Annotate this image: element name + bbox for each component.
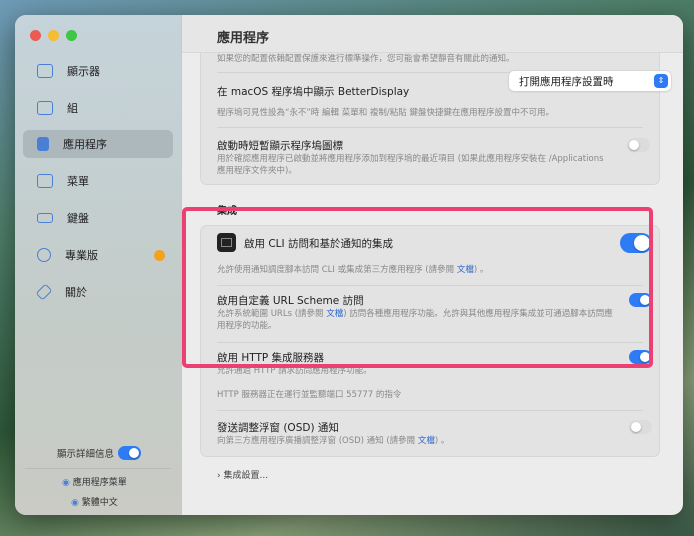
divider — [25, 468, 171, 469]
app-icon — [37, 137, 49, 151]
divider — [217, 127, 643, 128]
label: 鍵盤 — [67, 212, 89, 225]
sidebar-item-groups[interactable]: 組 — [23, 94, 173, 122]
app-menu-label: 應用程序菜單 — [72, 478, 127, 488]
integration-settings-disclosure[interactable]: › 集成設置... — [217, 468, 268, 481]
integration-settings-label: 集成設置... — [223, 471, 269, 481]
label: 菜單 — [67, 175, 89, 188]
keyboard-icon — [37, 213, 53, 223]
page-title: 應用程序 — [217, 31, 270, 46]
punct: 。 — [440, 436, 450, 446]
notification-badge — [154, 249, 165, 261]
sidebar: 顯示器 組 應用程序 菜單 鍵盤 專業版 關於 顯示詳細信息 ◉ 應用程序菜單 … — [15, 15, 182, 515]
sidebar-item-displays[interactable]: 顯示器 — [23, 57, 173, 85]
osd-toggle[interactable] — [629, 420, 652, 434]
language-button[interactable]: ◉ 繁體中文 — [71, 495, 118, 508]
general-group: 如果您的配置依賴配置保護來進行標準操作，您可能會希望靜音有關此的通知。 在 ma… — [200, 35, 671, 185]
close-button[interactable] — [30, 30, 41, 41]
minimize-button[interactable] — [48, 30, 59, 41]
tag-icon — [35, 283, 53, 301]
chevron-right-icon: › — [217, 471, 221, 481]
osd-label: 發送調整浮窗 (OSD) 通知 — [217, 422, 339, 434]
label: 應用程序 — [63, 138, 107, 151]
osd-desc-text: 向第三方應用程序廣播調整浮窗 (OSD) 通知 (請參閱 — [217, 436, 416, 446]
sidebar-item-menu[interactable]: 菜單 — [23, 167, 173, 195]
globe-icon: ◉ — [71, 498, 79, 508]
dock-desc: 程序塢可見性設為“永不”時 編輯 菜單和 複制/粘貼 鍵盤快捷鍵在應用程序設置中… — [217, 108, 554, 118]
show-details-toggle[interactable] — [118, 446, 141, 460]
zoom-button[interactable] — [66, 30, 77, 41]
flash-dock-toggle[interactable] — [627, 138, 650, 152]
sidebar-item-about[interactable]: 關於 — [23, 278, 173, 306]
sidebar-item-keyboard[interactable]: 鍵盤 — [23, 204, 173, 232]
sidebar-item-applications[interactable]: 應用程序 — [23, 130, 173, 158]
chevron-circle-icon: ◉ — [62, 478, 70, 488]
select-value: 打開應用程序設置時 — [519, 76, 614, 88]
app-menu-button[interactable]: ◉ 應用程序菜單 — [62, 475, 127, 488]
dock-visibility-select[interactable]: 打開應用程序設置時 ⇕ — [509, 71, 671, 91]
label: 組 — [67, 102, 78, 115]
osd-desc: 向第三方應用程序廣播調整浮窗 (OSD) 通知 (請參閱 文檔) 。 — [217, 436, 450, 446]
sidebar-item-pro[interactable]: 專業版 — [23, 241, 173, 269]
group-icon — [37, 101, 53, 115]
label: 顯示器 — [67, 65, 100, 78]
show-details-label: 顯示詳細信息 — [57, 449, 115, 460]
menu-icon — [37, 174, 53, 188]
flash-desc-2: 應用程序文件夾中)。 — [217, 166, 297, 176]
label: 專業版 — [65, 249, 98, 262]
divider — [217, 410, 643, 411]
osd-doc-link[interactable]: 文檔 — [418, 436, 435, 446]
protection-note: 如果您的配置依賴配置保護來進行標準操作，您可能會希望靜音有關此的通知。 — [217, 54, 515, 64]
display-icon — [37, 64, 53, 78]
http-status: HTTP 服務器正在運行並監聽端口 55777 的指令 — [217, 390, 402, 400]
dock-label: 在 macOS 程序塢中顯示 BetterDisplay — [217, 86, 410, 98]
highlight-annotation — [182, 207, 653, 368]
flash-dock-label: 啟動時短暫顯示程序塢圖標 — [217, 140, 343, 152]
chevron-updown-icon: ⇕ — [654, 74, 668, 88]
pro-icon — [37, 248, 51, 262]
language-label: 繁體中文 — [81, 498, 118, 508]
label: 關於 — [65, 286, 87, 299]
title-bar: 應用程序 — [182, 15, 683, 53]
